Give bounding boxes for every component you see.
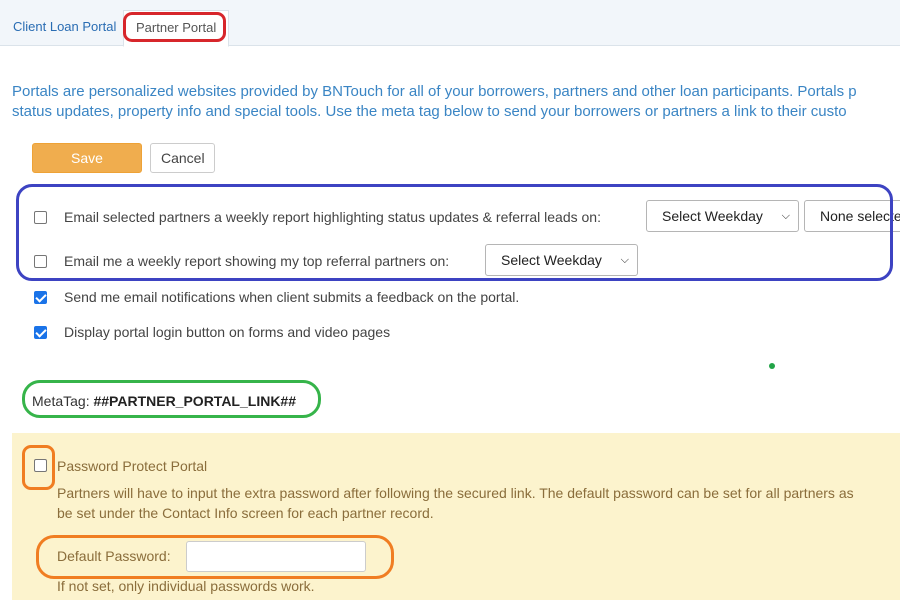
green-dot-marker [769, 363, 775, 369]
top-partners-weekday-select[interactable]: Select Weekday ⌵ [485, 244, 638, 276]
intro-line-1: Portals are personalized websites provid… [12, 83, 857, 100]
weekly-partner-report-label: Email selected partners a weekly report … [64, 209, 601, 225]
cancel-button[interactable]: Cancel [150, 143, 215, 173]
password-protect-title: Password Protect Portal [57, 458, 208, 474]
feedback-notifications-label: Send me email notifications when client … [64, 289, 520, 305]
intro-text: Portals are personalized websites provid… [12, 82, 900, 122]
default-password-label: Default Password: [57, 548, 171, 564]
tab-bar: Client Loan Portal Partner Portal [0, 0, 900, 47]
intro-line-2: status updates, property info and specia… [12, 103, 847, 120]
password-desc-line-2: be set under the Contact Info screen for… [57, 505, 434, 521]
weekly-top-partners-label: Email me a weekly report showing my top … [64, 253, 450, 269]
partner-report-weekday-select[interactable]: Select Weekday ⌵ [646, 200, 799, 232]
metatag-label: MetaTag: [32, 393, 90, 409]
weekly-partner-report-row: Email selected partners a weekly report … [34, 209, 601, 225]
partner-report-weekday-value: Select Weekday [662, 208, 763, 224]
partners-multiselect[interactable]: None selecte [804, 200, 900, 232]
portal-login-button-label: Display portal login button on forms and… [64, 324, 391, 340]
feedback-notifications-checkbox[interactable] [34, 290, 47, 304]
password-protect-description: Partners will have to input the extra pa… [57, 483, 854, 523]
portal-login-button-row: Display portal login button on forms and… [34, 324, 390, 340]
weekly-top-partners-checkbox[interactable] [34, 254, 47, 268]
tab-client-loan-portal[interactable]: Client Loan Portal [1, 10, 128, 46]
chevron-down-icon: ⌵ [781, 210, 790, 222]
metatag-value: ##PARTNER_PORTAL_LINK## [93, 393, 297, 409]
chevron-down-icon: ⌵ [620, 254, 629, 266]
tab-partner-portal[interactable]: Partner Portal [123, 10, 230, 47]
top-partners-weekday-value: Select Weekday [501, 252, 602, 268]
weekly-top-partners-row: Email me a weekly report showing my top … [34, 253, 449, 269]
password-protect-checkbox[interactable] [34, 459, 47, 472]
partners-multiselect-value: None selecte [820, 208, 900, 224]
default-password-input[interactable] [186, 541, 366, 572]
weekly-partner-report-checkbox[interactable] [34, 210, 47, 224]
default-password-hint: If not set, only individual passwords wo… [57, 578, 315, 594]
feedback-notifications-row: Send me email notifications when client … [34, 289, 519, 305]
metatag-line: MetaTag: ##PARTNER_PORTAL_LINK## [32, 393, 296, 409]
portal-login-button-checkbox[interactable] [34, 325, 47, 339]
password-desc-line-1: Partners will have to input the extra pa… [57, 485, 854, 501]
save-changes-button[interactable]: Save Changes [32, 143, 142, 194]
